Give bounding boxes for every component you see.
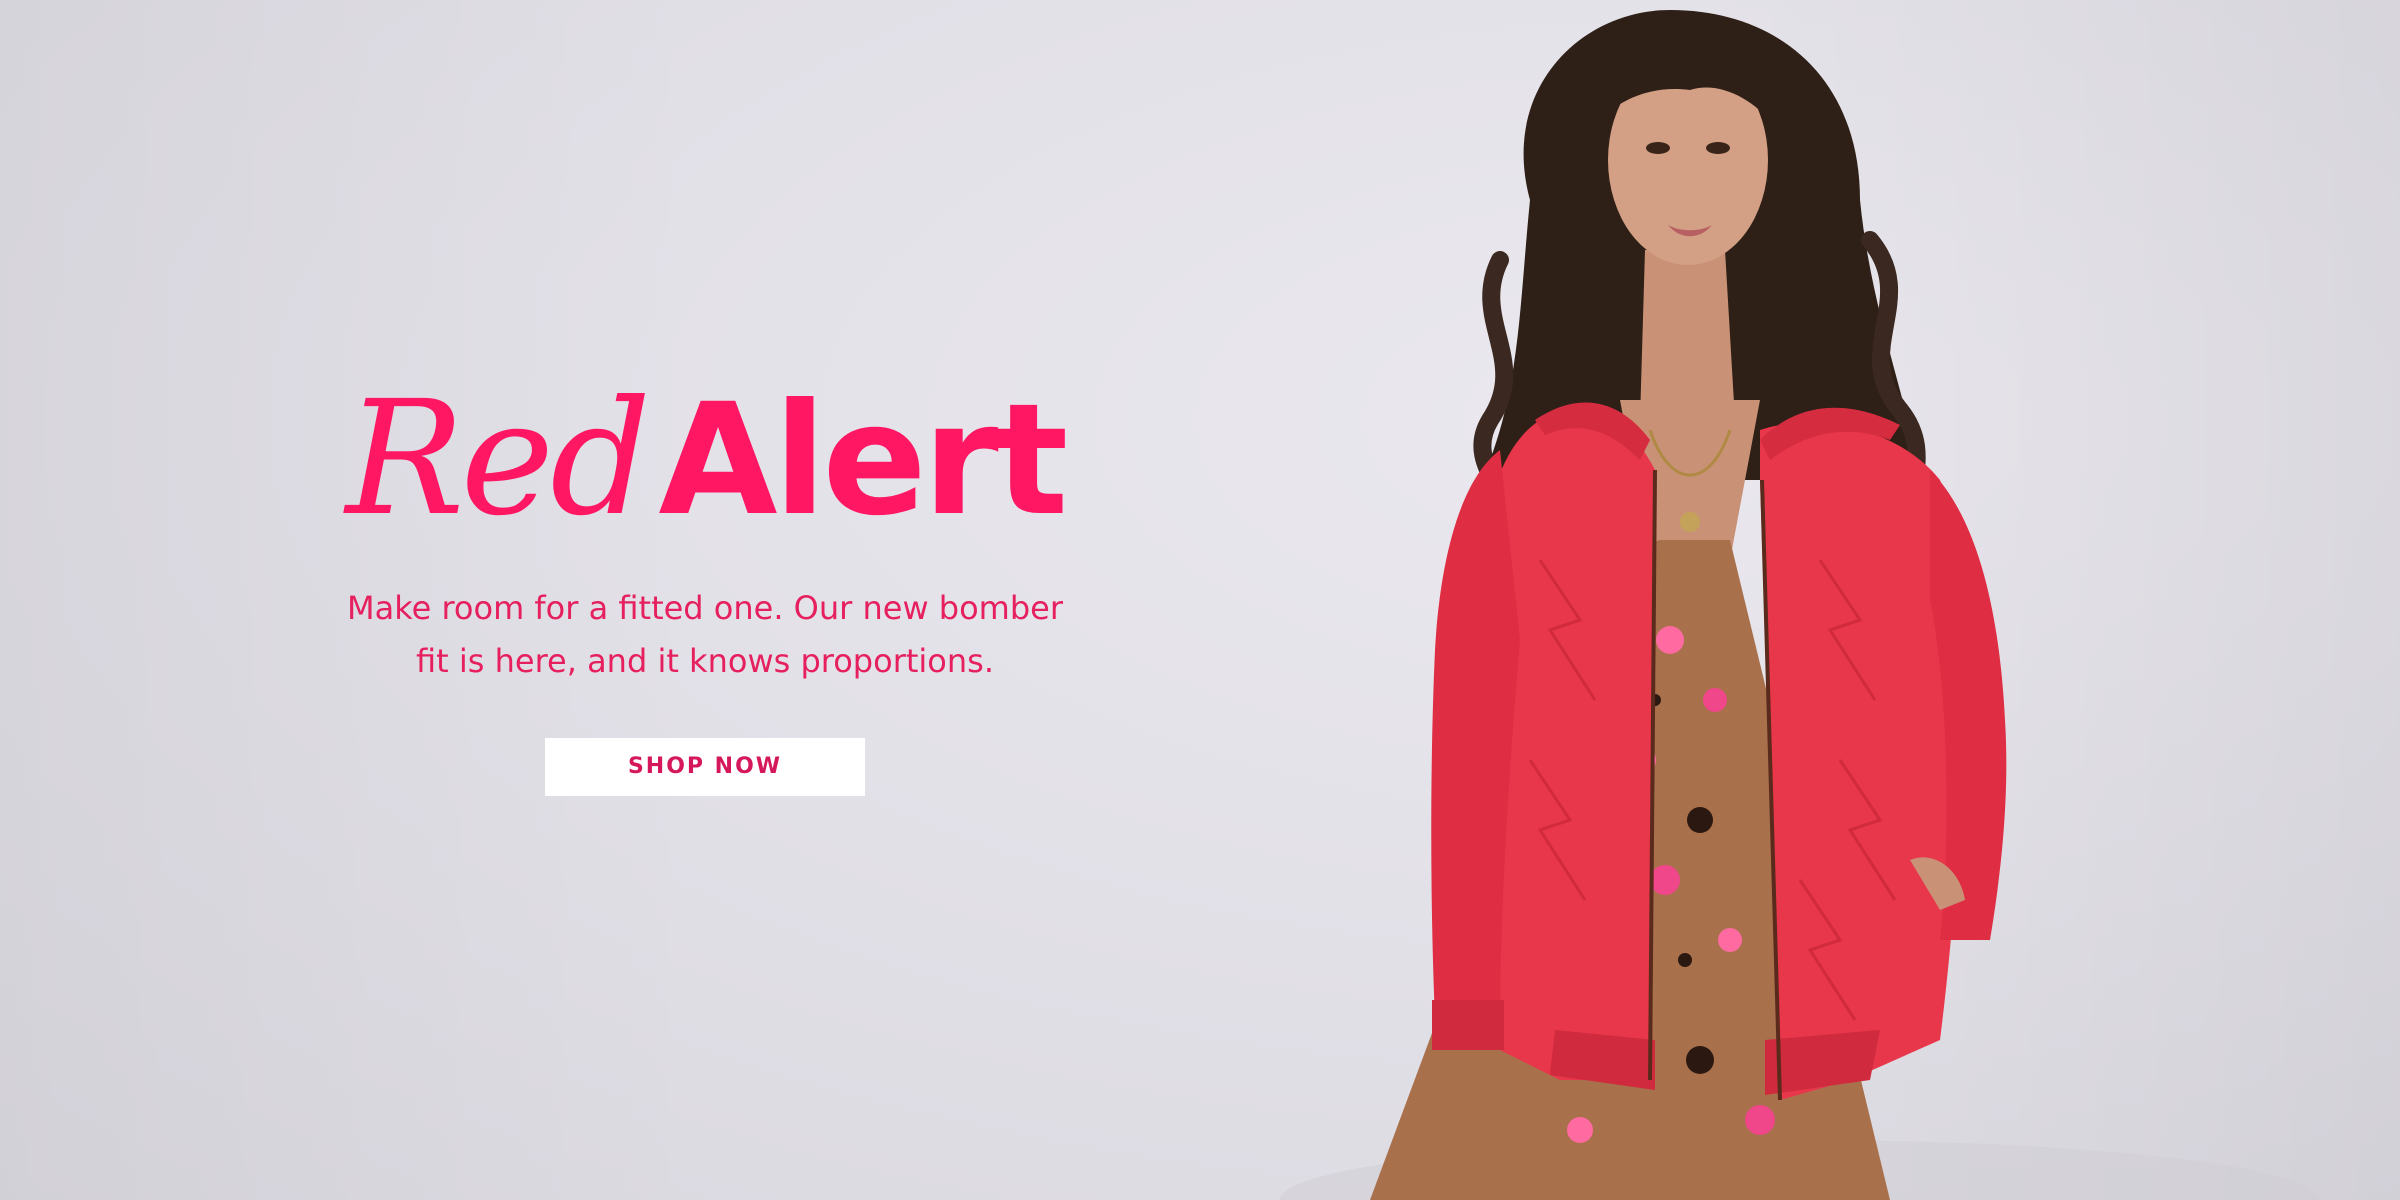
- hero-subtext: Make room for a fitted one. Our new bomb…: [325, 582, 1085, 688]
- subtext-line-2: fit is here, and it knows proportions.: [416, 642, 994, 680]
- necklace-pendant: [1680, 512, 1700, 532]
- shop-now-button[interactable]: SHOP NOW: [545, 738, 865, 796]
- subtext-line-1: Make room for a fitted one. Our new bomb…: [346, 589, 1063, 627]
- eye-left: [1646, 142, 1670, 154]
- hero-banner[interactable]: Red Alert Make room for a fitted one. Ou…: [0, 0, 2400, 1200]
- hero-headline: Red Alert: [300, 380, 1110, 538]
- headline-italic-word: Red: [345, 367, 652, 551]
- neck: [1640, 250, 1735, 420]
- jacket-left-cuff: [1432, 1000, 1504, 1050]
- eye-right: [1706, 142, 1730, 154]
- hero-copy: Red Alert Make room for a fitted one. Ou…: [300, 380, 1110, 796]
- headline-bold-word: Alert: [658, 371, 1068, 550]
- jacket-hem-right: [1765, 1030, 1880, 1095]
- model-photo[interactable]: [1200, 0, 2400, 1200]
